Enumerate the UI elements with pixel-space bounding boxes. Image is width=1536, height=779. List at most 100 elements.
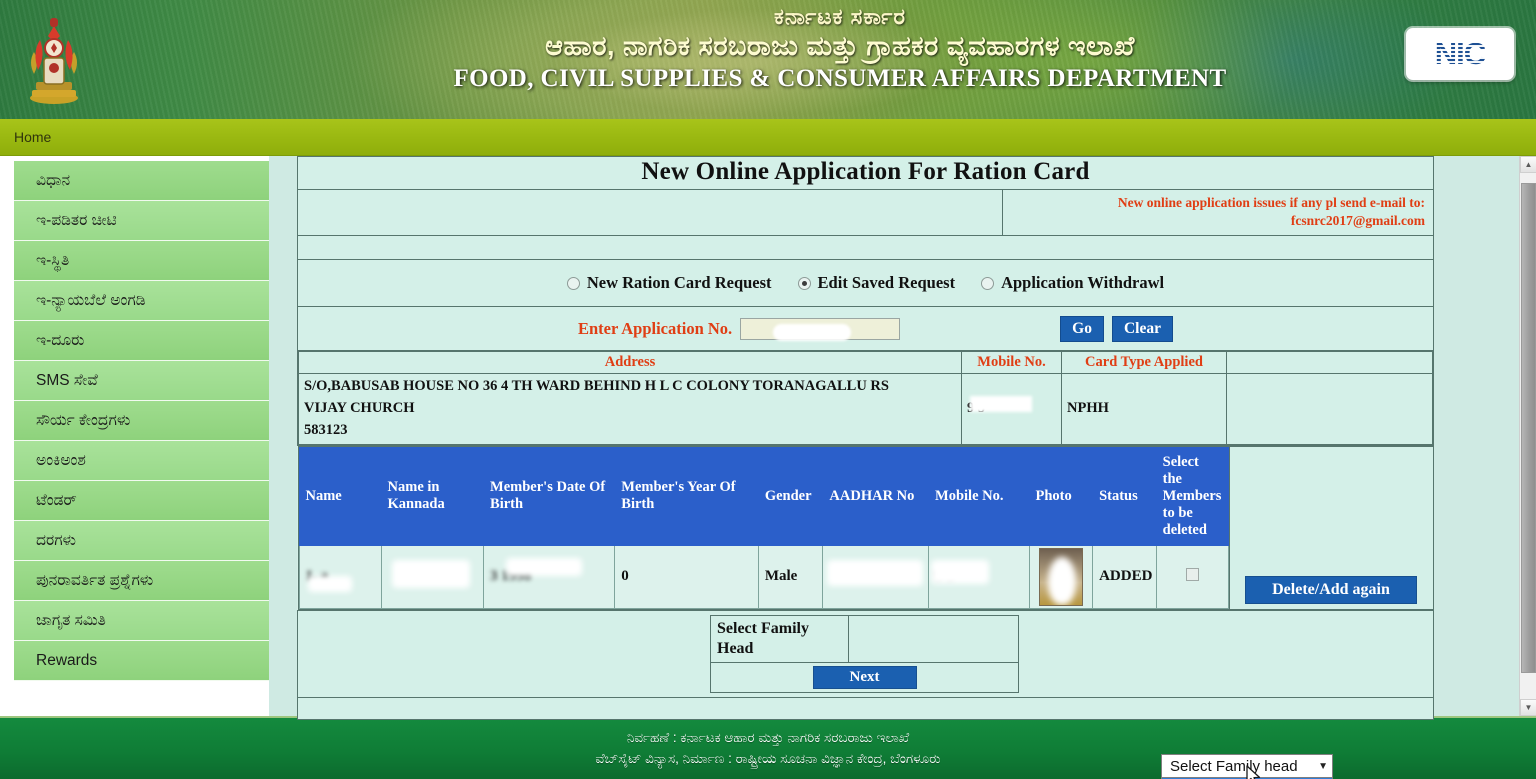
address-line-3: 583123: [304, 421, 348, 438]
scroll-up-arrow-icon[interactable]: ▲: [1520, 156, 1536, 173]
radio-new-ration-card-request[interactable]: New Ration Card Request: [566, 273, 772, 293]
sidebar-item-statistics[interactable]: ಅಂಕಿಅಂಶ: [14, 441, 269, 481]
sidebar-item-rewards[interactable]: Rewards: [14, 641, 269, 681]
sidebar-item-vigilance-committee[interactable]: ಜಾಗೃತ ಸಮಿತಿ: [14, 601, 269, 641]
go-button[interactable]: Go: [1060, 315, 1104, 342]
col-header-status: Status: [1092, 446, 1157, 546]
family-head-selected-value: Select Family head: [1170, 757, 1298, 775]
application-no-label: Enter Application No.: [578, 318, 733, 338]
sidebar-item-rates[interactable]: ದರಗಳು: [14, 521, 269, 561]
scrollbar-thumb[interactable]: [1521, 183, 1536, 673]
cell-member-delete-checkbox: [1155, 544, 1229, 609]
cell-member-name: 1. a: [298, 544, 382, 609]
member-photo-image: [1038, 547, 1083, 606]
radio-edit-saved-request[interactable]: Edit Saved Request: [797, 273, 956, 293]
member-mobile-redaction-mask: [931, 559, 990, 584]
mobile-no-redaction-mask: [970, 396, 1032, 413]
sidebar-item-tender[interactable]: ಟೆಂಡರ್: [14, 481, 269, 521]
family-head-section-cell: Select Family Head Next: [297, 609, 1434, 698]
sidebar-item-e-ration-card[interactable]: ಇ-ಪಡಿತರ ಚೀಟಿ: [14, 201, 269, 241]
header-titles: ಕರ್ನಾಟಕ ಸರ್ಕಾರ ಆಹಾರ, ನಾಗರಿಕ ಸರಬರಾಜು ಮತ್ತ…: [300, 4, 1380, 92]
sidebar-item-e-fair-price-shop[interactable]: ಇ-ನ್ಯಾಯಬೆಲೆ ಅಂಗಡಿ: [14, 281, 269, 321]
delete-add-again-button[interactable]: Delete/Add again: [1245, 575, 1417, 604]
notice-line-1: New online application issues if any pl …: [1117, 195, 1425, 210]
col-header-gender: Gender: [757, 446, 824, 546]
family-head-dropdown[interactable]: Select Family head ▼ Select Family head …: [1161, 754, 1333, 779]
header-kannada-dept: ಆಹಾರ, ನಾಗರಿಕ ಸರಬರಾಜು ಮತ್ತು ಗ್ರಾಹಕರ ವ್ಯವಹ…: [545, 31, 1135, 61]
cell-member-gender: Male: [757, 544, 824, 609]
delete-add-button-cell: Delete/Add again: [1228, 445, 1434, 610]
address-table-header-row: Address Mobile No. Card Type Applied: [298, 351, 1433, 375]
address-line-2: VIJAY CHURCH: [304, 400, 415, 417]
member-aadhar-redaction-mask: [827, 559, 924, 586]
cell-member-photo: [1028, 544, 1094, 609]
table-row: 1. a: [298, 544, 1229, 609]
sidebar-item-service-centers[interactable]: ಸೌರ್ಯ ಕೇಂದ್ರಗಳು: [14, 401, 269, 441]
page-title: New Online Application For Ration Card: [297, 156, 1434, 190]
chevron-down-icon[interactable]: ▼: [1318, 761, 1328, 772]
col-header-address: Address: [298, 351, 962, 375]
vertical-scrollbar[interactable]: ▲ ▼: [1519, 156, 1536, 716]
bottom-spacer-row: [297, 696, 1434, 720]
address-table-row: S/O,BABUSAB HOUSE NO 36 4 TH WARD BEHIND…: [298, 373, 1433, 445]
family-head-dropdown-trigger[interactable]: Select Family head ▼: [1161, 754, 1333, 778]
sidebar: ವಿಧಾನ ಇ-ಪಡಿತರ ಚೀಟಿ ಇ-ಸ್ಥಿತಿ ಇ-ನ್ಯಾಯಬೆಲೆ …: [14, 156, 269, 716]
form-action-buttons: Go Clear: [1060, 315, 1173, 342]
family-head-wrapper: Select Family Head Next: [298, 611, 1433, 697]
member-name-redaction-mask: [307, 575, 352, 592]
family-head-select-cell: [848, 614, 1019, 663]
cell-address-spare: [1226, 373, 1433, 445]
notice-line-2: fcsnrc2017@gmail.com: [1290, 213, 1425, 229]
col-header-yob: Member's Year Of Birth: [614, 446, 759, 546]
application-no-group: Enter Application No. Go Clear: [298, 315, 1433, 342]
radio-application-withdrawl[interactable]: Application Withdrawl: [981, 273, 1164, 293]
members-table-cell: Name Name in Kannada Member's Date Of Bi…: [297, 445, 1230, 610]
email-notice: New online application issues if any pl …: [1002, 188, 1434, 237]
col-header-select-delete: Select the Members to be deleted: [1155, 446, 1229, 546]
radio-circle-edit-selected[interactable]: [797, 276, 811, 290]
application-no-input[interactable]: [740, 317, 901, 340]
radio-label-edit: Edit Saved Request: [817, 273, 956, 293]
col-header-name: Name: [298, 446, 382, 546]
next-button[interactable]: Next: [812, 665, 917, 689]
col-header-card-type: Card Type Applied: [1061, 351, 1227, 375]
header-kannada-govt: ಕರ್ನಾಟಕ ಸರ್ಕಾರ: [773, 4, 907, 29]
col-header-name-kannada: Name in Kannada: [380, 446, 485, 546]
cell-member-dob: 3 1998: [483, 544, 616, 609]
col-header-member-mobile: Mobile No.: [928, 446, 1030, 546]
nic-logo: NIC: [1406, 28, 1514, 80]
sidebar-item-vidhana[interactable]: ವಿಧಾನ: [14, 161, 269, 201]
scroll-down-arrow-icon[interactable]: ▼: [1520, 699, 1536, 716]
notice-left-spacer: [297, 188, 1003, 237]
top-navbar: Home: [0, 119, 1536, 156]
cell-mobile-no: 9 5: [961, 373, 1062, 445]
cell-member-aadhar: [822, 544, 930, 609]
spacer-row: [297, 235, 1434, 261]
cell-member-name-kannada: [380, 544, 485, 609]
application-form-frame: New Online Application For Ration Card N…: [297, 156, 1434, 720]
footer-line-1: ನಿರ್ವಹಣೆ : ಕರ್ನಾಟಕ ಆಹಾರ ಮತ್ತು ನಾಗರಿಕ ಸರಬ…: [626, 730, 910, 745]
nav-item-home[interactable]: Home: [0, 129, 65, 145]
address-table: Address Mobile No. Card Type Applied S/O…: [298, 351, 1433, 445]
page-body: ವಿಧಾನ ಇ-ಪಡಿತರ ಚೀಟಿ ಇ-ಸ್ಥಿತಿ ಇ-ನ್ಯಾಯಬೆಲೆ …: [0, 156, 1536, 779]
members-header-row: Name Name in Kannada Member's Date Of Bi…: [298, 446, 1229, 546]
sidebar-item-faq[interactable]: ಪುನರಾವರ್ತಿತ ಪ್ರಶ್ನೆಗಳು: [14, 561, 269, 601]
clear-button[interactable]: Clear: [1111, 315, 1173, 342]
karnataka-state-emblem-icon: [30, 18, 78, 104]
nic-logo-text: NIC: [1434, 36, 1486, 71]
sidebar-item-e-status[interactable]: ಇ-ಸ್ಥಿತಿ: [14, 241, 269, 281]
member-name-kannada-redaction-mask: [391, 559, 470, 588]
col-header-mobile-no: Mobile No.: [961, 351, 1062, 375]
col-header-photo: Photo: [1028, 446, 1094, 546]
application-no-row: Enter Application No. Go Clear: [297, 306, 1434, 352]
radio-circle-withdrawl[interactable]: [981, 276, 995, 290]
left-gutter: [0, 156, 14, 716]
sidebar-item-e-complaint[interactable]: ಇ-ದೂರು: [14, 321, 269, 361]
radio-circle-new[interactable]: [566, 276, 580, 290]
sidebar-item-sms-service[interactable]: SMS ಸೇವೆ: [14, 361, 269, 401]
content-area: New Online Application For Ration Card N…: [287, 156, 1536, 779]
cell-member-status: ADDED: [1092, 544, 1157, 609]
delete-member-checkbox[interactable]: [1185, 567, 1199, 581]
family-head-table: Select Family Head Next: [710, 614, 1019, 693]
members-table: Name Name in Kannada Member's Date Of Bi…: [298, 446, 1229, 609]
